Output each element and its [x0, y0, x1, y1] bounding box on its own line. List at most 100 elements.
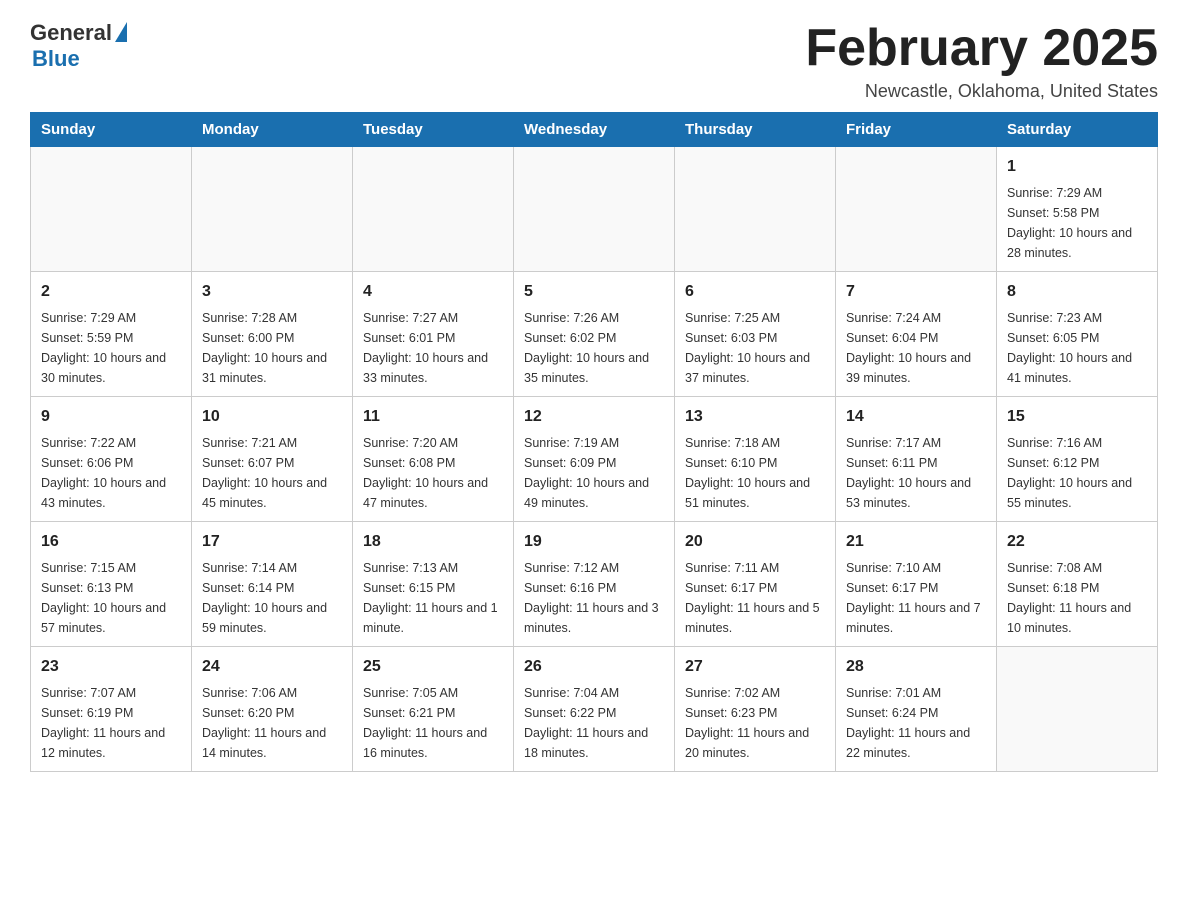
calendar-week-row: 23 Sunrise: 7:07 AMSunset: 6:19 PMDayligh…: [31, 647, 1158, 772]
day-info: Sunrise: 7:29 AMSunset: 5:58 PMDaylight:…: [1007, 183, 1147, 263]
day-info: Sunrise: 7:26 AMSunset: 6:02 PMDaylight:…: [524, 308, 664, 388]
calendar-day-cell: 19 Sunrise: 7:12 AMSunset: 6:16 PMDayligh…: [514, 522, 675, 647]
day-info: Sunrise: 7:21 AMSunset: 6:07 PMDaylight:…: [202, 433, 342, 513]
calendar-day-cell: 27 Sunrise: 7:02 AMSunset: 6:23 PMDayligh…: [675, 647, 836, 772]
day-info: Sunrise: 7:14 AMSunset: 6:14 PMDaylight:…: [202, 558, 342, 638]
calendar-day-cell: 13 Sunrise: 7:18 AMSunset: 6:10 PMDayligh…: [675, 397, 836, 522]
calendar-day-cell: [31, 147, 192, 272]
day-number: 24: [202, 655, 342, 679]
calendar-day-header: Sunday: [31, 113, 192, 147]
calendar-day-cell: 22Sunrise: 7:08 AMSunset: 6:18 PMDayligh…: [997, 522, 1158, 647]
day-info: Sunrise: 7:07 AMSunset: 6:19 PMDaylight:…: [41, 683, 181, 763]
day-number: 8: [1007, 280, 1147, 304]
calendar-day-cell: [675, 147, 836, 272]
calendar-day-header: Friday: [836, 113, 997, 147]
calendar-week-row: 16 Sunrise: 7:15 AMSunset: 6:13 PMDayligh…: [31, 522, 1158, 647]
calendar-day-cell: 1 Sunrise: 7:29 AMSunset: 5:58 PMDaylight…: [997, 147, 1158, 272]
calendar-day-cell: [192, 147, 353, 272]
day-info: Sunrise: 7:04 AMSunset: 6:22 PMDaylight:…: [524, 683, 664, 763]
calendar-day-cell: 5 Sunrise: 7:26 AMSunset: 6:02 PMDaylight…: [514, 272, 675, 397]
logo-general-text: General: [30, 20, 112, 46]
calendar-header-row: SundayMondayTuesdayWednesdayThursdayFrid…: [31, 113, 1158, 147]
day-info: Sunrise: 7:02 AMSunset: 6:23 PMDaylight:…: [685, 683, 825, 763]
calendar-day-cell: 14Sunrise: 7:17 AMSunset: 6:11 PMDayligh…: [836, 397, 997, 522]
calendar-day-cell: 18Sunrise: 7:13 AMSunset: 6:15 PMDayligh…: [353, 522, 514, 647]
day-number: 11: [363, 405, 503, 429]
day-info: Sunrise: 7:15 AMSunset: 6:13 PMDaylight:…: [41, 558, 181, 638]
day-number: 13: [685, 405, 825, 429]
day-info: Sunrise: 7:18 AMSunset: 6:10 PMDaylight:…: [685, 433, 825, 513]
day-number: 12: [524, 405, 664, 429]
calendar-day-cell: 9 Sunrise: 7:22 AMSunset: 6:06 PMDaylight…: [31, 397, 192, 522]
location-label: Newcastle, Oklahoma, United States: [805, 81, 1158, 102]
day-info: Sunrise: 7:28 AMSunset: 6:00 PMDaylight:…: [202, 308, 342, 388]
day-info: Sunrise: 7:29 AMSunset: 5:59 PMDaylight:…: [41, 308, 181, 388]
day-info: Sunrise: 7:05 AMSunset: 6:21 PMDaylight:…: [363, 683, 503, 763]
day-number: 16: [41, 530, 181, 554]
calendar-day-cell: [514, 147, 675, 272]
day-info: Sunrise: 7:27 AMSunset: 6:01 PMDaylight:…: [363, 308, 503, 388]
day-info: Sunrise: 7:12 AMSunset: 6:16 PMDaylight:…: [524, 558, 664, 638]
day-info: Sunrise: 7:22 AMSunset: 6:06 PMDaylight:…: [41, 433, 181, 513]
calendar-day-cell: 6 Sunrise: 7:25 AMSunset: 6:03 PMDaylight…: [675, 272, 836, 397]
day-number: 17: [202, 530, 342, 554]
logo-blue-text: Blue: [32, 46, 80, 72]
day-info: Sunrise: 7:06 AMSunset: 6:20 PMDaylight:…: [202, 683, 342, 763]
day-number: 23: [41, 655, 181, 679]
day-number: 28: [846, 655, 986, 679]
calendar-day-cell: 11Sunrise: 7:20 AMSunset: 6:08 PMDayligh…: [353, 397, 514, 522]
day-number: 4: [363, 280, 503, 304]
day-info: Sunrise: 7:01 AMSunset: 6:24 PMDaylight:…: [846, 683, 986, 763]
calendar-day-cell: 3 Sunrise: 7:28 AMSunset: 6:00 PMDaylight…: [192, 272, 353, 397]
page-header: General Blue February 2025 Newcastle, Ok…: [30, 20, 1158, 102]
logo-triangle-icon: [112, 22, 127, 46]
calendar-day-cell: 26 Sunrise: 7:04 AMSunset: 6:22 PMDayligh…: [514, 647, 675, 772]
calendar-day-cell: [353, 147, 514, 272]
day-number: 19: [524, 530, 664, 554]
calendar-day-cell: 10 Sunrise: 7:21 AMSunset: 6:07 PMDayligh…: [192, 397, 353, 522]
calendar-day-cell: 2 Sunrise: 7:29 AMSunset: 5:59 PMDaylight…: [31, 272, 192, 397]
calendar-day-header: Wednesday: [514, 113, 675, 147]
day-number: 25: [363, 655, 503, 679]
day-info: Sunrise: 7:17 AMSunset: 6:11 PMDaylight:…: [846, 433, 986, 513]
calendar-day-cell: 4 Sunrise: 7:27 AMSunset: 6:01 PMDaylight…: [353, 272, 514, 397]
day-number: 6: [685, 280, 825, 304]
day-number: 26: [524, 655, 664, 679]
day-number: 3: [202, 280, 342, 304]
day-info: Sunrise: 7:25 AMSunset: 6:03 PMDaylight:…: [685, 308, 825, 388]
day-number: 2: [41, 280, 181, 304]
calendar-day-cell: 25 Sunrise: 7:05 AMSunset: 6:21 PMDayligh…: [353, 647, 514, 772]
day-number: 18: [363, 530, 503, 554]
day-number: 15: [1007, 405, 1147, 429]
calendar-day-cell: [997, 647, 1158, 772]
day-info: Sunrise: 7:11 AMSunset: 6:17 PMDaylight:…: [685, 558, 825, 638]
day-number: 20: [685, 530, 825, 554]
day-number: 22: [1007, 530, 1147, 554]
day-number: 5: [524, 280, 664, 304]
calendar-day-cell: 24 Sunrise: 7:06 AMSunset: 6:20 PMDayligh…: [192, 647, 353, 772]
day-number: 1: [1007, 155, 1147, 179]
day-info: Sunrise: 7:16 AMSunset: 6:12 PMDaylight:…: [1007, 433, 1147, 513]
logo: General Blue: [30, 20, 127, 72]
day-number: 10: [202, 405, 342, 429]
calendar-day-cell: 8 Sunrise: 7:23 AMSunset: 6:05 PMDaylight…: [997, 272, 1158, 397]
calendar-day-header: Monday: [192, 113, 353, 147]
title-section: February 2025 Newcastle, Oklahoma, Unite…: [805, 20, 1158, 102]
day-info: Sunrise: 7:23 AMSunset: 6:05 PMDaylight:…: [1007, 308, 1147, 388]
calendar-day-header: Thursday: [675, 113, 836, 147]
day-info: Sunrise: 7:24 AMSunset: 6:04 PMDaylight:…: [846, 308, 986, 388]
calendar-day-cell: 15 Sunrise: 7:16 AMSunset: 6:12 PMDayligh…: [997, 397, 1158, 522]
day-number: 27: [685, 655, 825, 679]
day-info: Sunrise: 7:19 AMSunset: 6:09 PMDaylight:…: [524, 433, 664, 513]
day-info: Sunrise: 7:10 AMSunset: 6:17 PMDaylight:…: [846, 558, 986, 638]
calendar-day-cell: 23 Sunrise: 7:07 AMSunset: 6:19 PMDayligh…: [31, 647, 192, 772]
day-number: 9: [41, 405, 181, 429]
calendar-day-cell: 7 Sunrise: 7:24 AMSunset: 6:04 PMDaylight…: [836, 272, 997, 397]
calendar-week-row: 1 Sunrise: 7:29 AMSunset: 5:58 PMDaylight…: [31, 147, 1158, 272]
calendar-table: SundayMondayTuesdayWednesdayThursdayFrid…: [30, 112, 1158, 772]
calendar-day-cell: 28 Sunrise: 7:01 AMSunset: 6:24 PMDayligh…: [836, 647, 997, 772]
calendar-week-row: 9 Sunrise: 7:22 AMSunset: 6:06 PMDaylight…: [31, 397, 1158, 522]
calendar-day-cell: 12 Sunrise: 7:19 AMSunset: 6:09 PMDayligh…: [514, 397, 675, 522]
day-number: 7: [846, 280, 986, 304]
month-title: February 2025: [805, 20, 1158, 77]
